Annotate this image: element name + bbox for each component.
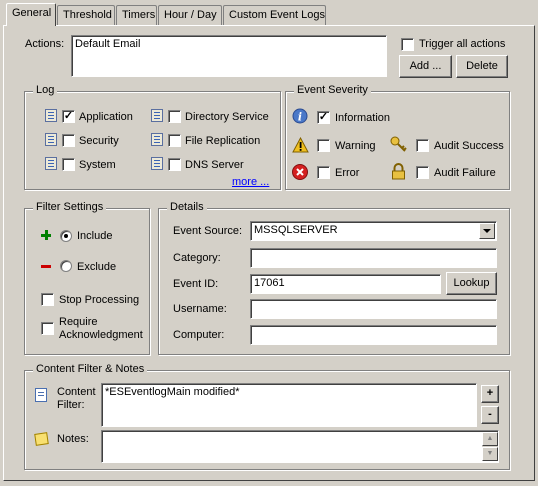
log-dns-server-label: DNS Server <box>185 159 244 171</box>
svg-text:i: i <box>298 111 302 124</box>
log-group-title: Log <box>33 84 58 96</box>
trigger-all-label: Trigger all actions <box>419 38 506 50</box>
log-security-checkbox[interactable] <box>62 134 75 147</box>
filter-settings-title: Filter Settings <box>33 201 107 213</box>
log-system-checkbox[interactable] <box>62 158 75 171</box>
severity-audit-failure-checkbox[interactable] <box>416 166 429 179</box>
dropdown-arrow-button[interactable] <box>479 223 495 239</box>
event-id-input[interactable]: 17061 <box>250 274 441 294</box>
event-log-icon <box>45 109 57 122</box>
tab-label: Hour / Day <box>164 9 217 21</box>
plus-icon <box>41 230 51 240</box>
minus-icon <box>41 265 51 268</box>
event-id-label: Event ID: <box>173 278 219 290</box>
actions-list-item[interactable]: Default Email <box>75 38 140 50</box>
actions-label: Actions: <box>25 38 65 50</box>
exclude-radio[interactable] <box>60 260 72 272</box>
tab-general[interactable]: General <box>6 3 56 26</box>
log-security-label: Security <box>79 135 119 147</box>
tab-hour-day[interactable]: Hour / Day <box>158 5 222 25</box>
error-icon <box>292 164 308 180</box>
remove-filter-button[interactable]: - <box>481 406 499 424</box>
tab-label: General <box>12 7 52 19</box>
log-dns-server-checkbox[interactable] <box>168 158 181 171</box>
event-log-icon <box>151 133 163 146</box>
exclude-label: Exclude <box>77 261 117 273</box>
require-ack-label: Require Acknowledgment <box>59 316 143 341</box>
lookup-button[interactable]: Lookup <box>446 272 497 295</box>
severity-audit-failure-label: Audit Failure <box>434 167 496 179</box>
tab-label: Timers <box>122 9 156 21</box>
log-directory-service-checkbox[interactable] <box>168 110 181 123</box>
trigger-all-checkbox[interactable] <box>401 38 414 51</box>
stop-processing-label: Stop Processing <box>59 294 140 306</box>
log-directory-service-label: Directory Service <box>185 111 269 123</box>
content-filter-notes-title: Content Filter & Notes <box>33 363 148 375</box>
event-source-dropdown[interactable]: MSSQLSERVER <box>250 221 497 241</box>
computer-label: Computer: <box>173 329 225 341</box>
event-source-label: Event Source: <box>173 225 243 237</box>
chevron-down-icon <box>483 229 491 233</box>
tab-label: Threshold <box>63 9 112 21</box>
more-logs-link[interactable]: more ... <box>232 176 269 188</box>
add-action-button[interactable]: Add ... <box>399 55 452 78</box>
stop-processing-checkbox[interactable] <box>41 293 54 306</box>
log-file-replication-label: File Replication <box>185 135 261 147</box>
event-log-icon <box>151 109 163 122</box>
tab-custom-event-logs[interactable]: Custom Event Logs <box>223 5 326 25</box>
severity-warning-checkbox[interactable] <box>317 139 330 152</box>
event-log-icon <box>151 157 163 170</box>
scroll-down-button[interactable]: ▼ <box>482 447 498 461</box>
details-title: Details <box>167 201 207 213</box>
notes-label: Notes: <box>57 433 89 445</box>
require-ack-checkbox[interactable] <box>41 322 54 335</box>
add-filter-button[interactable]: + <box>481 385 499 403</box>
severity-warning-label: Warning <box>335 140 376 152</box>
include-label: Include <box>77 230 113 242</box>
log-file-replication-checkbox[interactable] <box>168 134 181 147</box>
notes-input[interactable] <box>101 430 499 463</box>
event-source-value: MSSQLSERVER <box>254 224 338 236</box>
severity-information-label: Information <box>335 112 391 124</box>
key-icon <box>390 136 407 152</box>
include-radio[interactable] <box>60 230 72 242</box>
computer-input[interactable] <box>250 325 497 345</box>
category-input[interactable] <box>250 248 497 268</box>
warning-icon <box>292 137 309 153</box>
tab-threshold[interactable]: Threshold <box>57 5 115 25</box>
severity-error-label: Error <box>335 167 360 179</box>
scroll-up-button[interactable]: ▲ <box>482 432 498 446</box>
log-system-label: System <box>79 159 116 171</box>
event-severity-title: Event Severity <box>294 84 371 96</box>
notes-scrollbar[interactable]: ▲ ▼ <box>482 432 498 461</box>
content-filter-input[interactable]: *ESEventlogMain modified* <box>101 383 477 427</box>
content-filter-label: Content Filter: <box>57 386 96 411</box>
delete-action-button[interactable]: Delete <box>456 55 508 78</box>
category-label: Category: <box>173 252 221 264</box>
username-input[interactable] <box>250 299 497 319</box>
log-application-checkbox[interactable]: ✓ <box>62 110 75 123</box>
information-icon: i <box>292 108 308 124</box>
actions-list[interactable]: Default Email <box>71 35 387 77</box>
tab-label: Custom Event Logs <box>229 9 325 21</box>
username-label: Username: <box>173 303 227 315</box>
lock-icon <box>392 163 405 180</box>
event-log-icon <box>45 157 57 170</box>
severity-audit-success-label: Audit Success <box>434 140 504 152</box>
tab-timers[interactable]: Timers <box>116 5 157 25</box>
note-icon <box>34 432 49 446</box>
log-application-label: Application <box>79 111 133 123</box>
severity-audit-success-checkbox[interactable] <box>416 139 429 152</box>
severity-information-checkbox[interactable]: ✓ <box>317 111 330 124</box>
severity-error-checkbox[interactable] <box>317 166 330 179</box>
event-log-icon <box>45 133 57 146</box>
document-icon <box>35 388 47 402</box>
